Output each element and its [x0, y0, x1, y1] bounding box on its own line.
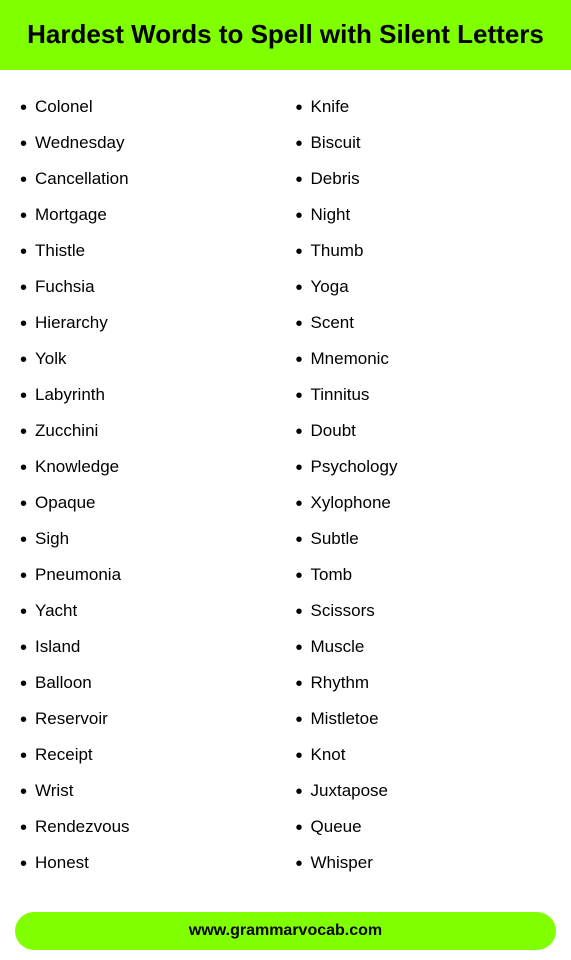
list-item: Rhythm [296, 666, 552, 702]
footer: www.grammarvocab.com [15, 912, 556, 950]
list-item: Mistletoe [296, 702, 552, 738]
list-item: Sigh [20, 522, 276, 558]
list-item: Hierarchy [20, 306, 276, 342]
list-item: Psychology [296, 450, 552, 486]
list-item: Opaque [20, 486, 276, 522]
left-word-list: ColonelWednesdayCancellationMortgageThis… [20, 90, 276, 882]
list-item: Whisper [296, 846, 552, 882]
list-item: Thumb [296, 234, 552, 270]
list-item: Reservoir [20, 702, 276, 738]
list-item: Biscuit [296, 126, 552, 162]
list-item: Wrist [20, 774, 276, 810]
list-item: Thistle [20, 234, 276, 270]
list-item: Honest [20, 846, 276, 882]
list-item: Scent [296, 306, 552, 342]
list-item: Mnemonic [296, 342, 552, 378]
list-item: Labyrinth [20, 378, 276, 414]
list-item: Night [296, 198, 552, 234]
list-item: Muscle [296, 630, 552, 666]
list-item: Xylophone [296, 486, 552, 522]
list-item: Debris [296, 162, 552, 198]
list-item: Doubt [296, 414, 552, 450]
content-area: ColonelWednesdayCancellationMortgageThis… [0, 70, 571, 902]
list-item: Mortgage [20, 198, 276, 234]
list-item: Knife [296, 90, 552, 126]
list-item: Wednesday [20, 126, 276, 162]
list-item: Receipt [20, 738, 276, 774]
list-item: Zucchini [20, 414, 276, 450]
page-title: Hardest Words to Spell with Silent Lette… [20, 18, 551, 52]
list-item: Knot [296, 738, 552, 774]
list-item: Queue [296, 810, 552, 846]
list-item: Subtle [296, 522, 552, 558]
page-header: Hardest Words to Spell with Silent Lette… [0, 0, 571, 70]
list-item: Cancellation [20, 162, 276, 198]
left-column: ColonelWednesdayCancellationMortgageThis… [10, 90, 286, 882]
list-item: Balloon [20, 666, 276, 702]
list-item: Colonel [20, 90, 276, 126]
list-item: Rendezvous [20, 810, 276, 846]
list-item: Yolk [20, 342, 276, 378]
list-item: Tomb [296, 558, 552, 594]
right-word-list: KnifeBiscuitDebrisNightThumbYogaScentMne… [296, 90, 552, 882]
list-item: Yacht [20, 594, 276, 630]
list-item: Juxtapose [296, 774, 552, 810]
list-item: Pneumonia [20, 558, 276, 594]
list-item: Island [20, 630, 276, 666]
right-column: KnifeBiscuitDebrisNightThumbYogaScentMne… [286, 90, 562, 882]
list-item: Fuchsia [20, 270, 276, 306]
list-item: Tinnitus [296, 378, 552, 414]
list-item: Yoga [296, 270, 552, 306]
list-item: Scissors [296, 594, 552, 630]
list-item: Knowledge [20, 450, 276, 486]
footer-url: www.grammarvocab.com [189, 922, 382, 939]
